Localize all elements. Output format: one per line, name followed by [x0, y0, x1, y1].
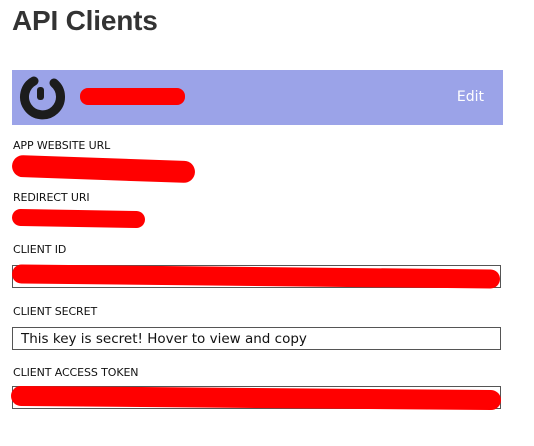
client-secret-field[interactable]: This key is secret! Hover to view and co… — [12, 327, 501, 350]
client-access-token-label: CLIENT ACCESS TOKEN — [13, 366, 139, 379]
app-website-url-redacted — [11, 154, 196, 184]
client-access-token-redacted — [10, 385, 502, 411]
edit-button[interactable]: Edit — [457, 88, 484, 106]
redirect-uri-redacted — [11, 208, 146, 229]
client-secret-hover-text[interactable]: This key is secret! Hover to view and co… — [21, 331, 307, 348]
client-access-token-field[interactable] — [10, 385, 502, 411]
client-id-label: CLIENT ID — [13, 243, 67, 256]
redirect-uri-label: REDIRECT URI — [13, 191, 90, 204]
app-website-url-label: APP WEBSITE URL — [13, 139, 111, 152]
app-name-redacted — [80, 88, 185, 105]
client-id-redacted — [11, 264, 501, 289]
app-logo-icon — [20, 76, 65, 120]
client-secret-label: CLIENT SECRET — [13, 305, 98, 318]
app-header: Edit — [12, 70, 503, 125]
page-title: API Clients — [12, 5, 158, 36]
client-id-field[interactable] — [11, 264, 501, 289]
